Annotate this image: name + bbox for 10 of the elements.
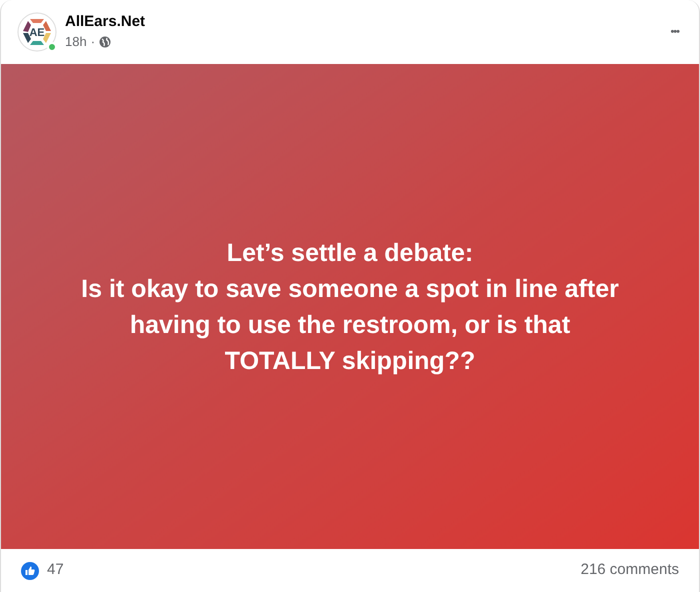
separator-dot: · — [90, 33, 96, 52]
like-icon[interactable] — [21, 562, 39, 580]
more-options-button[interactable]: ••• — [666, 24, 683, 40]
post-time[interactable]: 18h — [65, 32, 87, 52]
page-name[interactable]: AllEars.Net — [65, 12, 146, 32]
post-text: Let’s settle a debate: Is it okay to save someone a spot in line after having to use the restroom, or is that TOTALLY skipping?? — [80, 238, 620, 376]
globe-icon — [99, 36, 112, 48]
reaction-count[interactable]: 47 — [47, 559, 64, 582]
logo-icon[interactable]: AE — [17, 12, 57, 52]
comment-count[interactable]: 216 comments — [580, 559, 679, 582]
